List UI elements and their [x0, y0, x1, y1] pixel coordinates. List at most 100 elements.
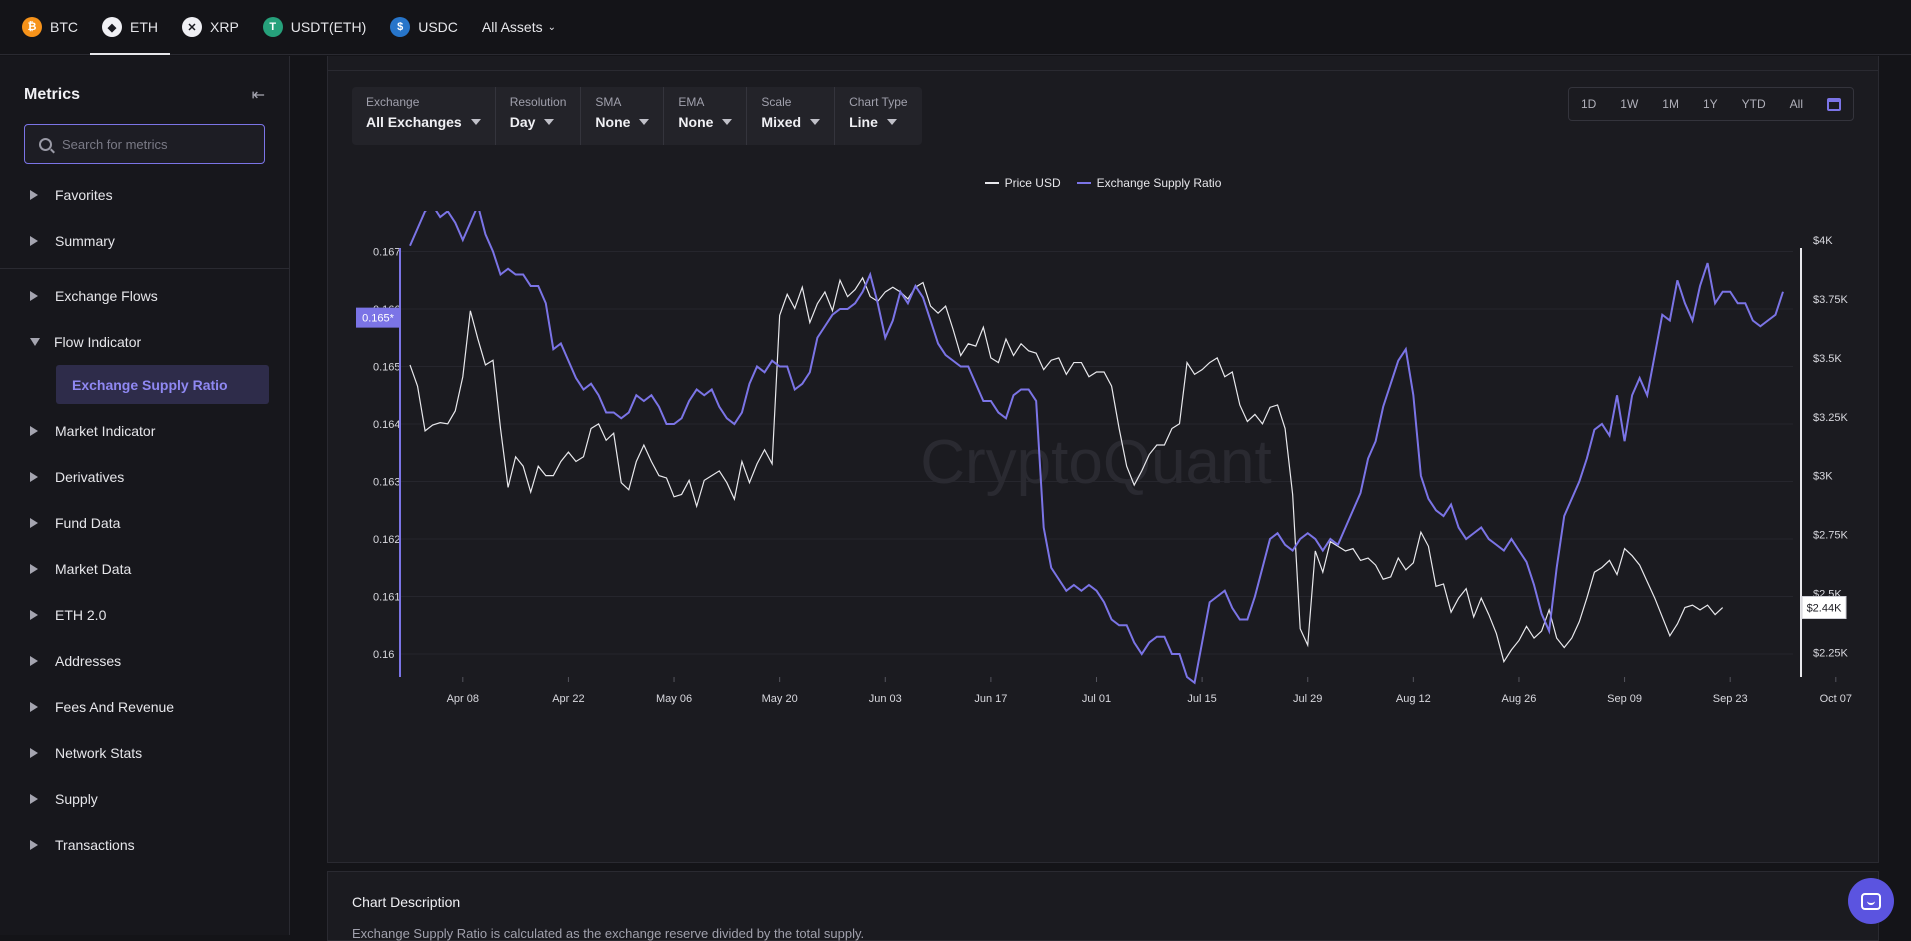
sidebar-item-label: Fund Data	[55, 515, 121, 531]
range-all[interactable]: All	[1778, 97, 1815, 111]
x-tick-label: Apr 22	[552, 693, 584, 705]
sidebar-item-summary[interactable]: Summary	[0, 218, 289, 264]
left-tick-label: 0.162	[373, 534, 401, 546]
filter-resolution[interactable]: Resolution Day	[496, 87, 582, 145]
legend-item-0[interactable]: Price USD	[984, 176, 1061, 190]
panel-top-edge	[327, 56, 1879, 70]
right-tick-label: $3K	[1813, 471, 1833, 483]
asset-tab-xrp[interactable]: ✕ XRP	[170, 0, 251, 55]
legend-swatch	[984, 182, 999, 184]
sidebar-item-eth-2-0[interactable]: ETH 2.0	[0, 592, 289, 638]
right-tick-label: $2.75K	[1813, 530, 1849, 542]
filter-sma[interactable]: SMA None	[581, 87, 665, 145]
metrics-menu: Favorites Summary Exchange Flows Flow Indic…	[0, 172, 289, 868]
search-icon	[39, 137, 52, 151]
chat-icon	[1861, 892, 1881, 910]
filter-value-text: All Exchanges	[366, 114, 462, 130]
asset-tab-usdc[interactable]: $ USDC	[378, 0, 470, 55]
search-input[interactable]	[62, 136, 252, 152]
sidebar-subitem-exchange-supply-ratio[interactable]: Exchange Supply Ratio	[56, 365, 269, 404]
caret-right-icon	[30, 702, 38, 712]
right-tick-label: $3.25K	[1813, 412, 1849, 424]
sidebar-item-label: Derivatives	[55, 469, 125, 485]
sidebar-item-market-data[interactable]: Market Data	[0, 546, 289, 592]
sidebar-item-label: Network Stats	[55, 745, 143, 761]
caret-right-icon	[30, 610, 38, 620]
x-tick-label: Apr 08	[447, 693, 479, 705]
caret-right-icon	[30, 564, 38, 574]
legend-item-1[interactable]: Exchange Supply Ratio	[1076, 176, 1222, 190]
right-tick-label: $3.75K	[1813, 294, 1849, 306]
left-tick-label: 0.164	[373, 419, 401, 431]
metrics-search[interactable]	[24, 124, 265, 164]
sidebar-item-derivatives[interactable]: Derivatives	[0, 454, 289, 500]
xrp-icon: ✕	[182, 17, 202, 37]
sidebar-item-supply[interactable]: Supply	[0, 776, 289, 822]
sidebar-item-label: Supply	[55, 791, 98, 807]
chevron-down-icon: ⌄	[547, 21, 556, 33]
description-title: Chart Description	[352, 894, 461, 910]
bitcoin-icon: ₿	[22, 17, 42, 37]
all-assets-label: All Assets	[481, 19, 543, 35]
x-tick-label: Aug 12	[1396, 693, 1431, 705]
caret-down-icon	[30, 338, 40, 346]
sidebar-title: Metrics	[24, 86, 81, 103]
caret-right-icon	[30, 472, 38, 482]
legend-swatch	[1076, 182, 1091, 184]
filter-value: All Exchanges	[366, 114, 481, 130]
right-value-marker-label: $2.44K	[1807, 603, 1843, 615]
filter-chart-type[interactable]: Chart Type Line	[835, 87, 921, 145]
sidebar-divider	[0, 268, 289, 269]
caret-down-icon	[722, 119, 733, 125]
chart-legend: Price USD Exchange Supply Ratio	[328, 176, 1878, 190]
filter-value: None	[595, 114, 650, 130]
sidebar-item-flow-indicator[interactable]: Flow Indicator	[0, 319, 289, 365]
sidebar-item-fund-data[interactable]: Fund Data	[0, 500, 289, 546]
sidebar-header: Metrics ⇤	[0, 56, 289, 112]
asset-tab-label: USDT(ETH)	[290, 19, 367, 35]
asset-tabs: ₿ BTC ◆ ETH ✕ XRP T USDT(ETH) $ USDC All Assets ⌄	[0, 0, 1911, 55]
left-tick-label: 0.165	[373, 362, 401, 374]
filter-value: Mixed	[761, 114, 821, 130]
asset-tab-eth[interactable]: ◆ ETH	[90, 0, 170, 55]
range-1w[interactable]: 1W	[1608, 97, 1650, 111]
time-range-selector: 1D 1W 1M 1Y YTD All	[1567, 87, 1854, 121]
sidebar-item-network-stats[interactable]: Network Stats	[0, 730, 289, 776]
sidebar-item-exchange-flows[interactable]: Exchange Flows	[0, 273, 289, 319]
asset-tab-label: ETH	[130, 19, 158, 35]
asset-tab-usdt-eth-[interactable]: T USDT(ETH)	[251, 0, 378, 55]
legend-label: Price USD	[1004, 176, 1061, 190]
asset-tab-label: USDC	[418, 19, 458, 35]
sidebar-item-market-indicator[interactable]: Market Indicator	[0, 408, 289, 454]
all-assets-dropdown[interactable]: All Assets ⌄	[470, 0, 568, 55]
filter-label: EMA	[678, 95, 705, 109]
sidebar-item-favorites[interactable]: Favorites	[0, 172, 289, 218]
range-ytd[interactable]: YTD	[1730, 97, 1778, 111]
caret-right-icon	[30, 291, 38, 301]
sidebar-item-fees-and-revenue[interactable]: Fees And Revenue	[0, 684, 289, 730]
filter-exchange[interactable]: Exchange All Exchanges	[352, 87, 496, 145]
filter-scale[interactable]: Scale Mixed	[747, 87, 836, 145]
x-tick-label: Jun 17	[974, 693, 1007, 705]
filter-value: Line	[849, 114, 907, 130]
calendar-icon[interactable]	[1827, 97, 1841, 111]
x-tick-label: Jul 29	[1293, 693, 1322, 705]
filter-value: Day	[510, 114, 567, 130]
collapse-sidebar-icon[interactable]: ⇤	[252, 85, 265, 105]
range-1m[interactable]: 1M	[1650, 97, 1691, 111]
sidebar-item-label: Flow Indicator	[54, 334, 142, 350]
sidebar-item-transactions[interactable]: Transactions	[0, 822, 289, 868]
range-1y[interactable]: 1Y	[1691, 97, 1730, 111]
chart-description: Chart Description Exchange Supply Ratio …	[327, 871, 1879, 941]
asset-tab-btc[interactable]: ₿ BTC	[10, 0, 90, 55]
ethereum-icon: ◆	[102, 17, 122, 37]
chat-support-button[interactable]	[1848, 878, 1894, 924]
right-tick-label: $4K	[1813, 235, 1833, 247]
legend-label: Exchange Supply Ratio	[1096, 176, 1222, 190]
right-tick-label: $2.25K	[1813, 647, 1849, 659]
caret-down-icon	[470, 119, 481, 125]
chart-filters: Exchange All Exchanges Resolution Day SMA Non…	[352, 87, 922, 145]
range-1d[interactable]: 1D	[1569, 97, 1608, 111]
filter-ema[interactable]: EMA None	[664, 87, 748, 145]
sidebar-item-addresses[interactable]: Addresses	[0, 638, 289, 684]
